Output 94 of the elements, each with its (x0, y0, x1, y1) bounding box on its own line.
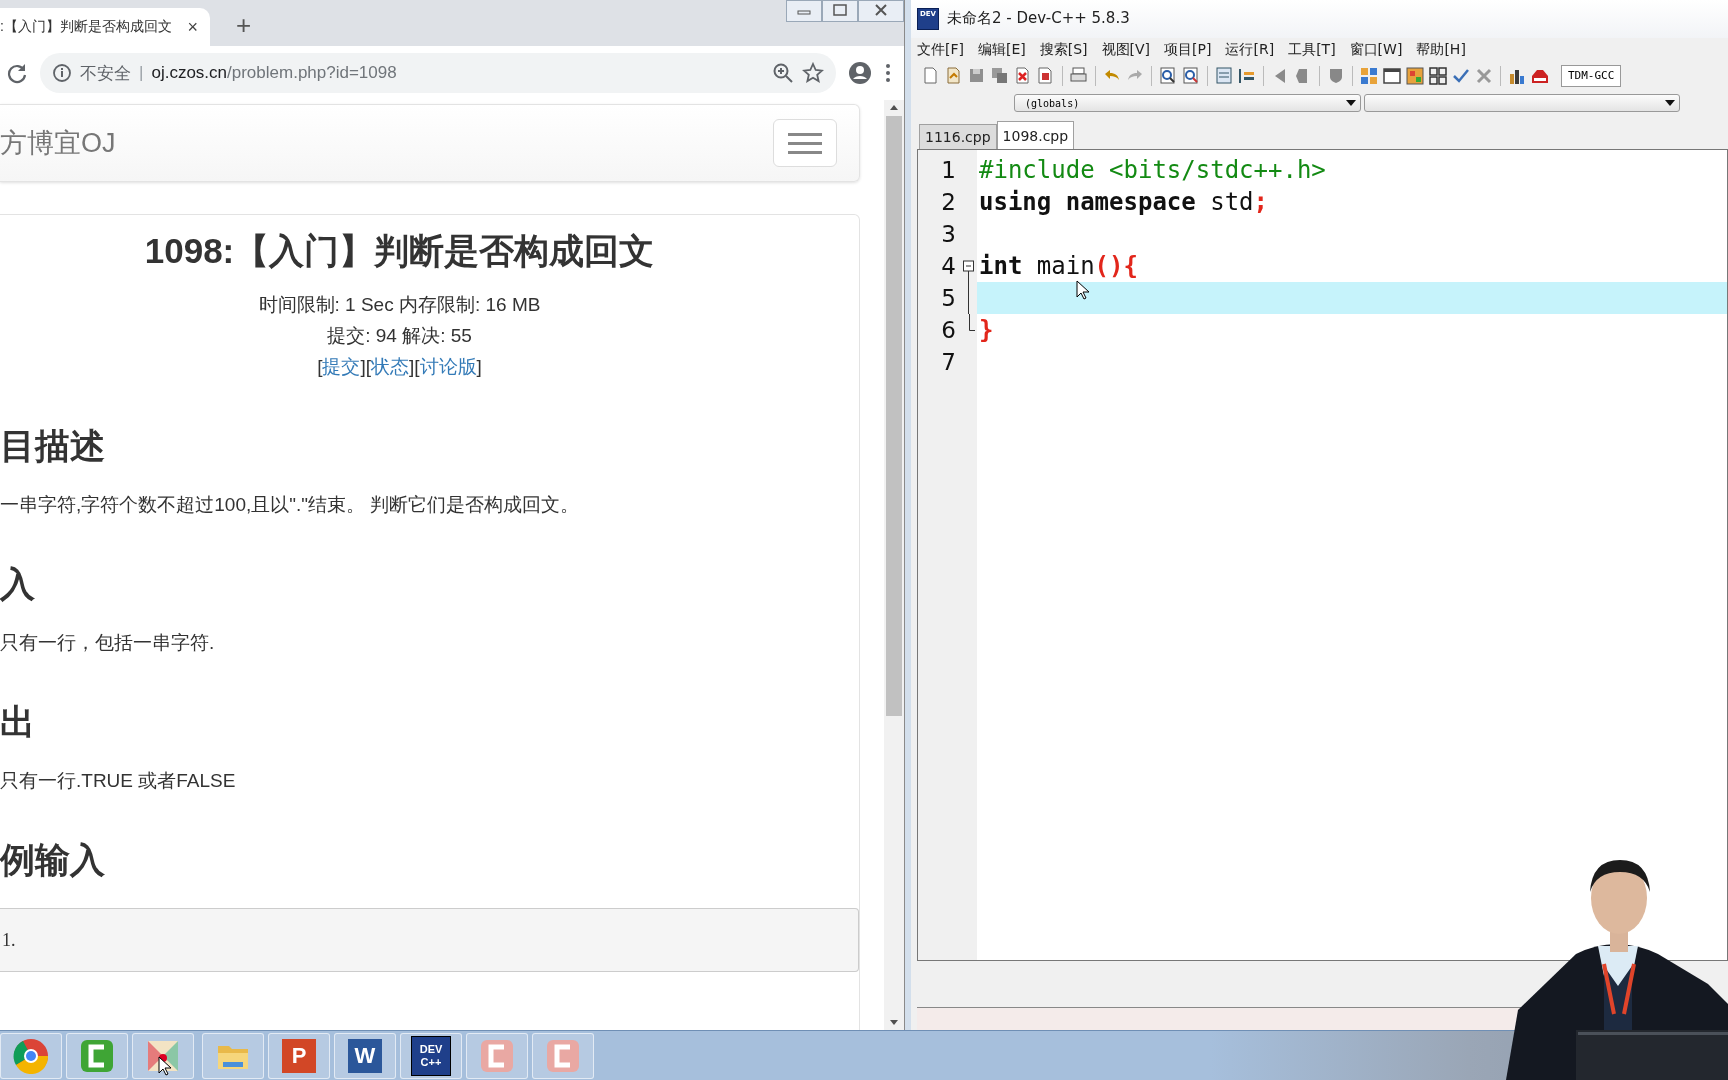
bracket-text: [ (317, 355, 323, 379)
ide-app-icon: DEV C++ (411, 1035, 451, 1076)
reload-icon[interactable] (6, 62, 28, 84)
taskbar-button[interactable]: W (334, 1032, 396, 1079)
code-line: int main(){ (978, 251, 1139, 283)
menu-item[interactable]: 项目[P] (1164, 40, 1212, 59)
dropdown-icon (1346, 99, 1356, 108)
close-icon[interactable] (858, 0, 904, 22)
browser-tab[interactable]: :【入门】判断是否构成回文 × (0, 8, 210, 46)
slides-app-icon: P (282, 1038, 316, 1073)
site-brand[interactable]: 方博宜OJ (0, 125, 116, 161)
taskbar-button[interactable] (202, 1032, 264, 1079)
bracket-text: ] (409, 355, 415, 379)
panels-icon[interactable] (1405, 65, 1425, 86)
menu-item[interactable]: 搜索[S] (1039, 40, 1088, 59)
cursor-icon (158, 1055, 172, 1076)
tiles-icon[interactable] (1359, 65, 1379, 86)
bracket-text: ] (476, 355, 482, 379)
bracket-text: [ (414, 355, 420, 379)
tab-title: :【入门】判断是否构成回文 (0, 18, 172, 36)
bracket-logo-icon (79, 1037, 115, 1074)
taskbar-button[interactable] (0, 1032, 62, 1079)
chrome-icon (13, 1037, 49, 1074)
account-icon[interactable] (848, 61, 872, 85)
menu-item[interactable]: 工具[T] (1288, 40, 1336, 59)
class-select[interactable]: (globals) (1014, 94, 1361, 113)
stats-text: 提交: 94 解决: 55 (327, 324, 472, 348)
taskbar-button[interactable] (532, 1032, 594, 1079)
taskbar-button[interactable]: DEV C++ (400, 1032, 462, 1079)
scroll-thumb[interactable] (886, 116, 902, 716)
taskbar-button[interactable]: P (268, 1032, 330, 1079)
cursor-icon (1076, 280, 1090, 301)
menu-item[interactable]: 文件[F] (917, 40, 964, 59)
taskbar-button[interactable] (66, 1032, 128, 1079)
bracket-logo-icon (545, 1037, 581, 1074)
star-icon[interactable] (802, 62, 824, 84)
dropdown-icon (1665, 99, 1675, 108)
line-number: 5 (941, 285, 956, 312)
line-number: 1 (941, 157, 956, 184)
bracket-logo-icon (479, 1037, 515, 1074)
sample-text: 1. (2, 929, 16, 951)
info-icon (52, 63, 72, 83)
menu-icon[interactable] (884, 62, 892, 84)
section-heading: 出 (0, 701, 36, 743)
taskbar-button[interactable] (132, 1032, 194, 1079)
file-tab[interactable]: 1116.cpp (919, 124, 997, 150)
zoom-icon[interactable] (772, 62, 794, 84)
bracket-text: ] (360, 355, 366, 379)
section-heading: 目描述 (0, 425, 106, 467)
problem-link[interactable]: 讨论版 (419, 351, 477, 382)
bracket-text: [ (365, 355, 371, 379)
member-select[interactable] (1364, 94, 1680, 113)
menu-item[interactable]: 视图[V] (1101, 40, 1151, 59)
problem-link[interactable]: 状态 (371, 351, 409, 382)
menu-item[interactable]: 帮助[H] (1416, 40, 1466, 59)
address-bar[interactable]: 不安全 | oj.czos.cn/problem.php?id=1098 (40, 53, 836, 93)
separator-text: | (139, 63, 144, 83)
compiler-select[interactable]: TDM-GCC (1561, 64, 1622, 87)
code-line: } (978, 315, 995, 347)
replace-icon[interactable] (1181, 65, 1201, 86)
problem-title: 1098:【入门】判断是否构成回文 (143, 230, 656, 272)
file-tab[interactable]: 1098.cpp (996, 121, 1075, 150)
line-number: 6 (941, 317, 956, 344)
window-title: 未命名2 - Dev-C++ 5.8.3 (947, 9, 1130, 29)
menu-item[interactable]: 编辑[E] (978, 40, 1026, 59)
writer-app-icon: W (348, 1038, 382, 1073)
code-editor[interactable]: 1 2 3 4 5 6 7 #include <bits/stdc++.h> using namespace std; int main(){ } (917, 149, 1728, 962)
scrollbar[interactable] (884, 100, 904, 1030)
security-label: 不安全 (80, 62, 131, 85)
menu-button[interactable] (773, 119, 837, 167)
problem-link[interactable]: 提交 (322, 351, 361, 382)
menu-icon (788, 131, 822, 155)
minimize-icon[interactable] (786, 0, 822, 22)
code-line: using namespace std; (978, 187, 1269, 219)
menu-item[interactable]: 窗口[W] (1349, 40, 1403, 59)
line-number: 4 (941, 253, 956, 280)
section-text: 一串字符,字符个数不超过100,且以"."结束。 判断它们是否构成回文。 (0, 493, 581, 517)
line-number: 3 (941, 221, 956, 248)
menu-item[interactable]: 运行[R] (1225, 40, 1275, 59)
new-tab-button[interactable]: + (230, 9, 258, 42)
taskbar-button[interactable] (466, 1032, 528, 1079)
maximize-icon[interactable] (822, 0, 858, 22)
section-text: 只有一行.TRUE 或者FALSE (0, 769, 237, 793)
find-icon[interactable] (1158, 65, 1178, 86)
window-icon[interactable] (1382, 65, 1402, 86)
line-number: 2 (941, 189, 956, 216)
code-line: #include <bits/stdc++.h> (978, 155, 1327, 187)
url-text: oj.czos.cn/problem.php?id=1098 (151, 63, 398, 83)
limits-text: 时间限制: 1 Sec 内存限制: 16 MB (257, 293, 542, 317)
grid-icon[interactable] (1428, 65, 1448, 86)
copies-icon[interactable] (990, 65, 1010, 86)
line-number: 7 (941, 349, 956, 376)
section-text: 只有一行，包括一串字符. (0, 631, 216, 655)
tab-close-button[interactable]: × (185, 16, 200, 38)
